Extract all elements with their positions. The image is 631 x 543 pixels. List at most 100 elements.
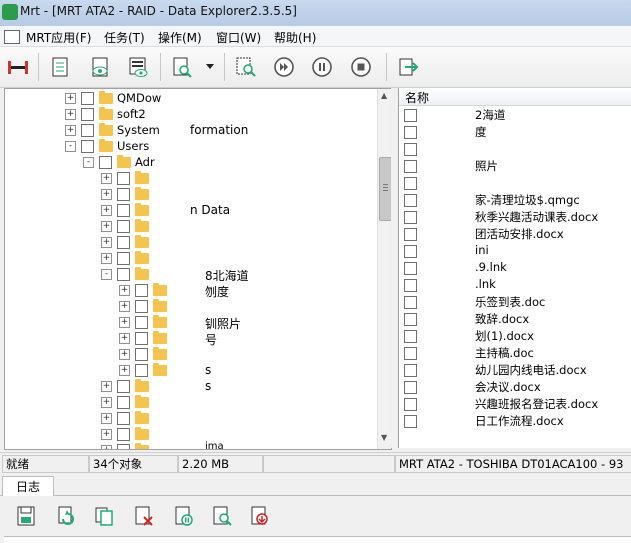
- save-icon[interactable]: [14, 504, 38, 528]
- tree-row[interactable]: - Adr: [5, 154, 375, 170]
- tree-row[interactable]: +: [5, 346, 375, 362]
- log-pause-icon[interactable]: [172, 504, 196, 528]
- expand-icon[interactable]: +: [101, 413, 112, 424]
- tree-checkbox[interactable]: [117, 236, 130, 249]
- list-checkbox[interactable]: [404, 398, 417, 411]
- folder-tree[interactable]: + QMDow + soft2 + System - Users - Adr + + + + + + - + + + +…: [4, 88, 392, 450]
- tree-checkbox[interactable]: [135, 332, 148, 345]
- tree-row[interactable]: +: [5, 314, 375, 330]
- tree-checkbox[interactable]: [117, 380, 130, 393]
- tree-checkbox[interactable]: [117, 172, 130, 185]
- tree-row[interactable]: + QMDow: [5, 90, 375, 106]
- expand-icon[interactable]: +: [101, 445, 112, 449]
- list-checkbox[interactable]: [404, 160, 417, 173]
- list-item[interactable]: [399, 140, 631, 157]
- tree-checkbox[interactable]: [117, 412, 130, 425]
- tree-checkbox[interactable]: [117, 268, 130, 281]
- list-item[interactable]: 会决议.docx: [399, 378, 631, 395]
- expand-icon[interactable]: +: [101, 397, 112, 408]
- tree-checkbox[interactable]: [117, 428, 130, 441]
- scroll-up-arrow-icon[interactable]: ▲: [381, 91, 387, 100]
- copy-icon[interactable]: [92, 504, 116, 528]
- tree-row[interactable]: +: [5, 426, 375, 442]
- list-checkbox[interactable]: [404, 364, 417, 377]
- list-item[interactable]: 照片: [399, 157, 631, 174]
- list-checkbox[interactable]: [404, 194, 417, 207]
- list-item[interactable]: 划(1).docx: [399, 327, 631, 344]
- expand-icon[interactable]: +: [119, 333, 130, 344]
- refresh-icon[interactable]: [54, 504, 78, 528]
- file-list[interactable]: 名称 2海道度照片家-清理垃圾$.qmgc 秋季兴趣活动课表.docx 团活动安排.…: [398, 88, 631, 448]
- list-checkbox[interactable]: [404, 313, 417, 326]
- tree-checkbox[interactable]: [81, 124, 94, 137]
- list-item[interactable]: 主持稿.doc: [399, 344, 631, 361]
- tree-row[interactable]: +: [5, 410, 375, 426]
- expand-icon[interactable]: +: [101, 189, 112, 200]
- list-item[interactable]: .9.lnk: [399, 259, 631, 276]
- scan-icon[interactable]: [234, 55, 258, 79]
- expand-icon[interactable]: +: [119, 365, 130, 376]
- delete-document-icon[interactable]: [132, 504, 156, 528]
- expand-icon[interactable]: +: [101, 173, 112, 184]
- list-checkbox[interactable]: [404, 330, 417, 343]
- list-checkbox[interactable]: [404, 415, 417, 428]
- list-item[interactable]: 秋季兴趣活动课表.docx: [399, 208, 631, 225]
- tree-row[interactable]: - Users: [5, 138, 375, 154]
- list-item[interactable]: 2海道: [399, 106, 631, 123]
- tree-checkbox[interactable]: [117, 396, 130, 409]
- tree-checkbox[interactable]: [81, 108, 94, 121]
- tree-checkbox[interactable]: [135, 348, 148, 361]
- list-item[interactable]: 团活动安排.docx: [399, 225, 631, 242]
- list-item[interactable]: 度: [399, 123, 631, 140]
- tree-checkbox[interactable]: [117, 220, 130, 233]
- tree-row[interactable]: +: [5, 362, 375, 378]
- pane-splitter[interactable]: [391, 88, 397, 448]
- expand-icon[interactable]: +: [101, 237, 112, 248]
- expand-icon[interactable]: +: [65, 93, 76, 104]
- export-icon[interactable]: [396, 55, 420, 79]
- list-item[interactable]: [399, 174, 631, 191]
- disk-span-icon[interactable]: [6, 55, 30, 79]
- app-menu-icon[interactable]: [4, 30, 20, 44]
- tree-row[interactable]: +: [5, 330, 375, 346]
- menu-window[interactable]: 窗口(W): [216, 29, 261, 46]
- menu-task[interactable]: 任务(T): [104, 29, 145, 46]
- expand-icon[interactable]: +: [65, 109, 76, 120]
- tree-row[interactable]: + soft2: [5, 106, 375, 122]
- list-checkbox[interactable]: [404, 245, 417, 258]
- list-item[interactable]: 乐签到表.doc: [399, 293, 631, 310]
- tree-row[interactable]: +: [5, 394, 375, 410]
- tree-row[interactable]: +: [5, 218, 375, 234]
- list-checkbox[interactable]: [404, 296, 417, 309]
- tree-scrollbar[interactable]: ▲ ▼: [377, 89, 391, 449]
- list-checkbox[interactable]: [404, 347, 417, 360]
- list-checkbox[interactable]: [404, 211, 417, 224]
- tree-row[interactable]: +: [5, 170, 375, 186]
- expand-icon[interactable]: +: [101, 381, 112, 392]
- list-item[interactable]: 家-清理垃圾$.qmgc: [399, 191, 631, 208]
- collapse-icon[interactable]: -: [83, 157, 94, 168]
- tree-row[interactable]: +: [5, 282, 375, 298]
- expand-icon[interactable]: +: [101, 253, 112, 264]
- menu-operate[interactable]: 操作(M): [158, 29, 202, 46]
- tree-checkbox[interactable]: [81, 140, 94, 153]
- tree-row[interactable]: +: [5, 378, 375, 394]
- stop-icon[interactable]: [349, 55, 373, 79]
- collapse-icon[interactable]: -: [101, 269, 112, 280]
- tree-checkbox[interactable]: [117, 188, 130, 201]
- tree-checkbox[interactable]: [135, 300, 148, 313]
- list-item[interactable]: .lnk: [399, 276, 631, 293]
- list-item[interactable]: 致辞.docx: [399, 310, 631, 327]
- tree-row[interactable]: -: [5, 266, 375, 282]
- list-item[interactable]: 日工作流程.docx: [399, 412, 631, 429]
- tree-row[interactable]: +: [5, 442, 375, 449]
- expand-icon[interactable]: +: [119, 349, 130, 360]
- collapse-icon[interactable]: -: [65, 141, 76, 152]
- expand-icon[interactable]: +: [119, 317, 130, 328]
- tree-row[interactable]: +: [5, 186, 375, 202]
- tree-checkbox[interactable]: [81, 92, 94, 105]
- list-checkbox[interactable]: [404, 126, 417, 139]
- list-checkbox[interactable]: [404, 177, 417, 190]
- column-name-header[interactable]: 名称: [405, 89, 429, 106]
- tree-row[interactable]: +: [5, 250, 375, 266]
